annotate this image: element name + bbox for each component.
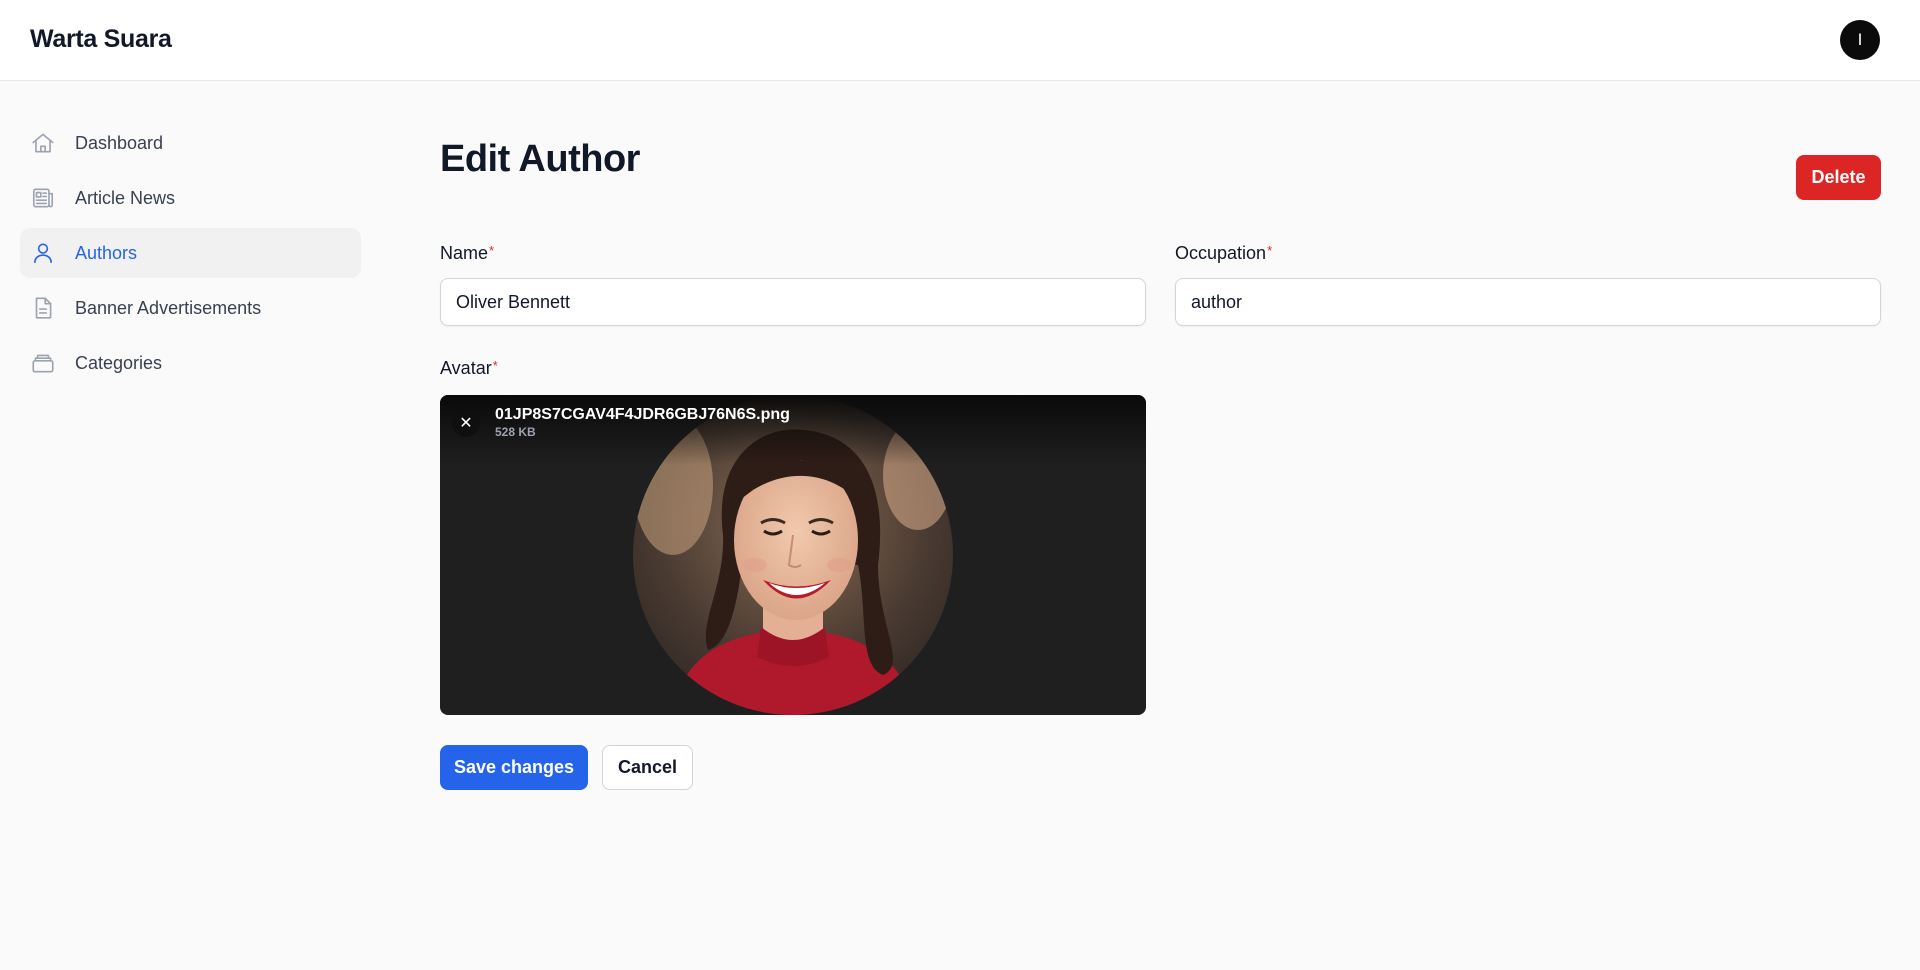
occupation-label-text: Occupation <box>1175 243 1267 263</box>
sidebar-item-label: Dashboard <box>75 132 164 153</box>
name-label: Name* <box>440 243 494 264</box>
file-name: 01JP8S7CGAV4F4JDR6GBJ76N6S.png <box>495 406 790 423</box>
name-label-text: Name <box>440 243 489 263</box>
user-avatar-button[interactable]: I <box>1840 20 1880 60</box>
sidebar-item-label: Banner Advertisements <box>75 297 262 318</box>
required-mark: * <box>489 243 495 258</box>
rectangle-stack-icon <box>30 350 56 376</box>
brand-name[interactable]: Warta Suara <box>30 25 172 54</box>
avatar-upload[interactable]: ✕ 01JP8S7CGAV4F4JDR6GBJ76N6S.png 528 KB <box>440 395 1146 715</box>
file-size: 528 KB <box>495 425 536 439</box>
avatar-label-text: Avatar <box>440 358 492 378</box>
close-icon: ✕ <box>459 415 473 432</box>
sidebar-item-dashboard[interactable]: Dashboard <box>20 118 361 168</box>
home-icon <box>30 130 56 156</box>
sidebar-item-article-news[interactable]: Article News <box>20 173 361 223</box>
sidebar: Dashboard Article News Authors Banner Ad… <box>20 118 361 393</box>
sidebar-item-label: Article News <box>75 187 176 208</box>
occupation-input[interactable] <box>1175 278 1881 326</box>
sidebar-item-banner-advertisements[interactable]: Banner Advertisements <box>20 283 361 333</box>
required-mark: * <box>492 358 498 373</box>
document-icon <box>30 295 56 321</box>
sidebar-item-categories[interactable]: Categories <box>20 338 361 388</box>
sidebar-item-authors[interactable]: Authors <box>20 228 361 278</box>
user-icon <box>30 240 56 266</box>
sidebar-item-label: Categories <box>75 352 163 373</box>
newspaper-icon <box>30 185 56 211</box>
sidebar-item-label: Authors <box>75 242 138 263</box>
required-mark: * <box>1267 243 1273 258</box>
page-title: Edit Author <box>440 138 640 180</box>
top-bar: Warta Suara I <box>0 0 1920 81</box>
user-initial: I <box>1857 30 1863 49</box>
save-changes-button[interactable]: Save changes <box>440 745 588 790</box>
name-input[interactable] <box>440 278 1146 326</box>
remove-file-button[interactable]: ✕ <box>452 409 480 437</box>
avatar-label: Avatar* <box>440 358 498 379</box>
delete-button[interactable]: Delete <box>1796 155 1881 200</box>
cancel-button[interactable]: Cancel <box>602 745 693 790</box>
occupation-label: Occupation* <box>1175 243 1272 264</box>
